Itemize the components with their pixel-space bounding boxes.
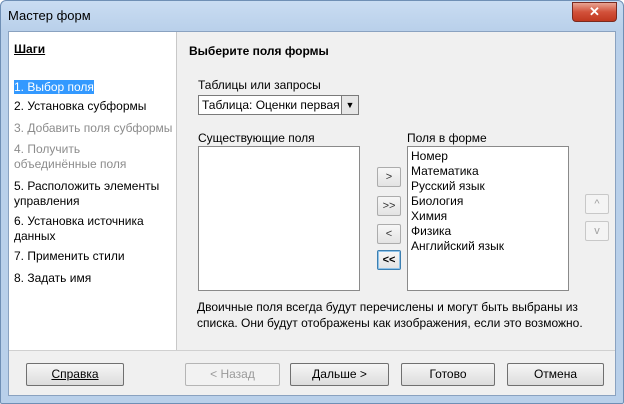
- help-button[interactable]: Справка: [26, 363, 124, 386]
- step-select-fields[interactable]: 1. Выбор поля: [14, 80, 174, 95]
- list-item[interactable]: Биология: [411, 194, 463, 208]
- remove-all-fields-button[interactable]: <<: [377, 250, 401, 270]
- form-fields-list[interactable]: Номер Математика Русский язык Биология Х…: [407, 146, 569, 291]
- chevron-down-icon[interactable]: ▼: [341, 96, 358, 114]
- existing-fields-label: Существующие поля: [198, 131, 315, 145]
- dialog-client: Шаги 1. Выбор поля 2. Установка субформы…: [8, 31, 616, 396]
- steps-title: Шаги: [14, 42, 46, 56]
- move-down-button[interactable]: v: [585, 221, 609, 241]
- add-all-fields-button[interactable]: >>: [377, 196, 401, 216]
- table-select[interactable]: Таблица: Оценки первая четверть ▼: [198, 95, 359, 115]
- cancel-button[interactable]: Отмена: [507, 363, 604, 386]
- existing-fields-list[interactable]: [198, 146, 360, 291]
- step-add-subform-fields: 3. Добавить поля субформы: [14, 121, 173, 135]
- step-set-name[interactable]: 8. Задать имя: [14, 271, 174, 286]
- list-item[interactable]: Русский язык: [411, 179, 485, 193]
- list-item[interactable]: Физика: [411, 224, 451, 238]
- tables-label: Таблицы или запросы: [198, 78, 321, 92]
- list-item[interactable]: Номер: [411, 149, 448, 163]
- back-button[interactable]: < Назад: [185, 363, 280, 386]
- add-field-button[interactable]: >: [377, 167, 401, 187]
- move-up-button[interactable]: ^: [585, 194, 609, 214]
- next-button[interactable]: Дальше >: [290, 363, 389, 386]
- close-icon: ✕: [589, 4, 600, 19]
- finish-button[interactable]: Готово: [401, 363, 495, 386]
- step-get-joined-fields: 4. Получить объединённые поля: [14, 142, 127, 171]
- form-wizard-window: Мастер форм ✕ Шаги 1. Выбор поля 2. Уста…: [0, 0, 624, 404]
- remove-field-button[interactable]: <: [377, 224, 401, 244]
- list-item[interactable]: Английский язык: [411, 239, 504, 253]
- step-data-source[interactable]: 6. Установка источника данных: [14, 214, 159, 244]
- main-panel: Выберите поля формы Таблицы или запросы …: [177, 32, 615, 350]
- step-arrange-controls[interactable]: 5. Расположить элементы управления: [14, 179, 164, 209]
- step-apply-styles[interactable]: 7. Применить стили: [14, 249, 174, 264]
- window-title: Мастер форм: [8, 8, 91, 23]
- footer-divider: [9, 350, 615, 351]
- form-fields-label: Поля в форме: [407, 131, 487, 145]
- steps-sidebar: Шаги 1. Выбор поля 2. Установка субформы…: [9, 32, 177, 350]
- close-button[interactable]: ✕: [572, 2, 617, 22]
- list-item[interactable]: Химия: [411, 209, 447, 223]
- step-subform-setup[interactable]: 2. Установка субформы: [14, 99, 174, 114]
- title-bar: Мастер форм ✕: [1, 1, 623, 31]
- list-item[interactable]: Математика: [411, 164, 479, 178]
- page-heading: Выберите поля формы: [189, 44, 329, 58]
- table-select-value: Таблица: Оценки первая четверть: [202, 98, 358, 112]
- binary-fields-note: Двоичные поля всегда будут перечислены и…: [197, 300, 583, 330]
